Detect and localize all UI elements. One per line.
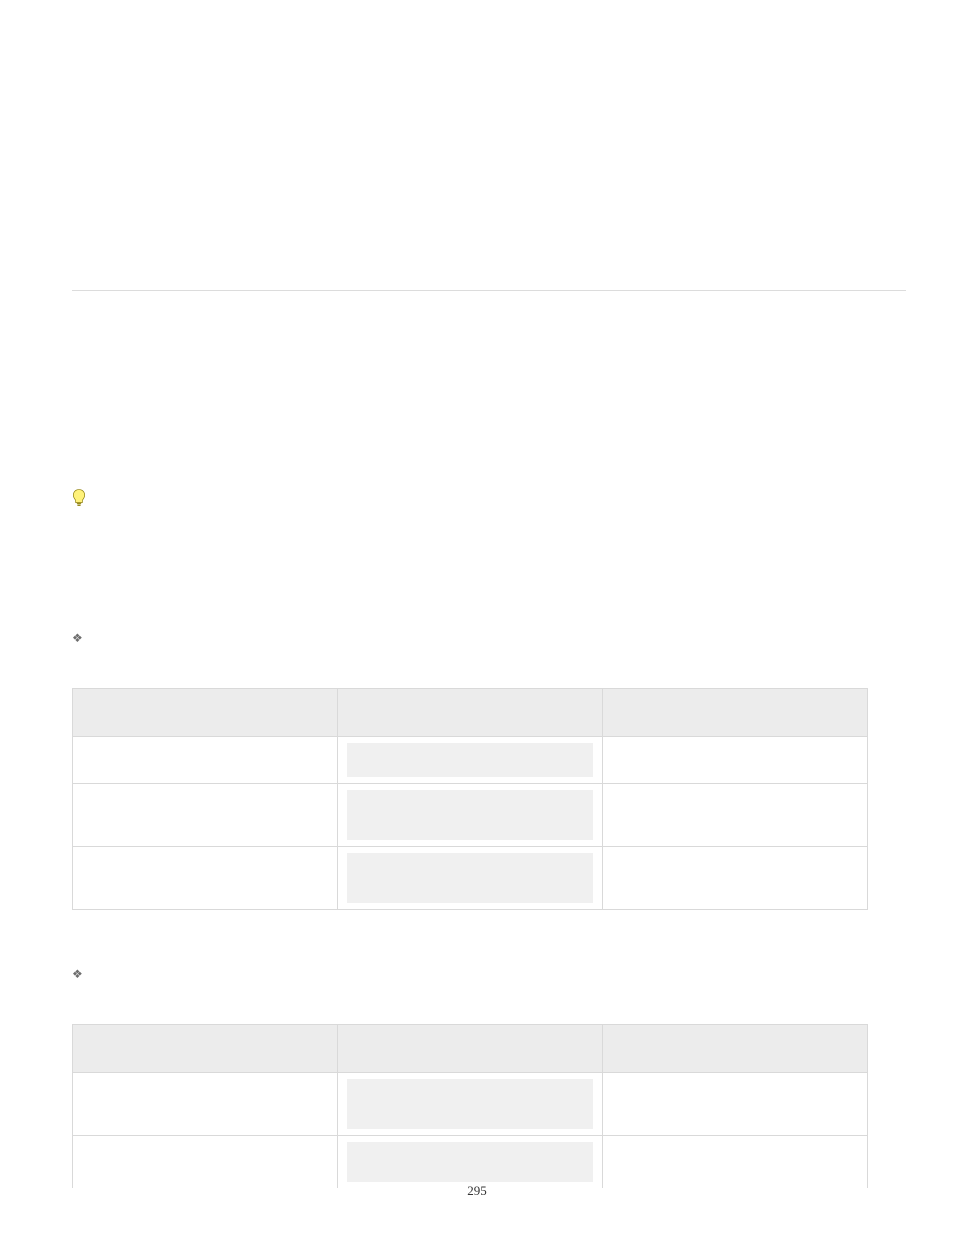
table-2-r2c1 xyxy=(73,1136,337,1148)
table-2-header-2 xyxy=(338,1025,602,1037)
table-1-r3c3 xyxy=(603,847,867,859)
table-1-r1c1 xyxy=(73,737,337,749)
table-1-r3c1 xyxy=(73,847,337,859)
table-1 xyxy=(72,688,868,910)
code-box xyxy=(347,1142,593,1182)
table-2-r1c3 xyxy=(603,1073,867,1085)
table-row xyxy=(73,1136,868,1189)
section-2: ❖ xyxy=(72,966,906,982)
table-row xyxy=(73,1073,868,1136)
lightbulb-icon xyxy=(72,489,92,512)
diamond-bullet-icon: ❖ xyxy=(72,630,98,646)
code-box xyxy=(347,853,593,903)
table-1-header-3 xyxy=(603,689,867,701)
table-1-r1c3 xyxy=(603,737,867,749)
table-2-r2c3 xyxy=(603,1136,867,1148)
page-number: 295 xyxy=(0,1183,954,1199)
table-2-r1c1 xyxy=(73,1073,337,1085)
section-1: ❖ xyxy=(72,630,906,646)
table-row xyxy=(73,737,868,784)
table-2-header-row xyxy=(73,1025,868,1073)
table-1-header-1 xyxy=(73,689,337,701)
table-2-header-3 xyxy=(603,1025,867,1037)
table-1-r2c3 xyxy=(603,784,867,796)
table-1-r2c1 xyxy=(73,784,337,796)
table-row xyxy=(73,847,868,910)
table-1-header-2 xyxy=(338,689,602,701)
table-2-header-1 xyxy=(73,1025,337,1037)
code-box xyxy=(347,743,593,777)
table-row xyxy=(73,784,868,847)
code-box xyxy=(347,790,593,840)
horizontal-rule xyxy=(72,290,906,291)
page: ❖ xyxy=(0,0,954,1235)
table-1-header-row xyxy=(73,689,868,737)
code-box xyxy=(347,1079,593,1129)
tip-block xyxy=(72,489,906,512)
table-2 xyxy=(72,1024,868,1188)
diamond-bullet-icon: ❖ xyxy=(72,966,98,982)
